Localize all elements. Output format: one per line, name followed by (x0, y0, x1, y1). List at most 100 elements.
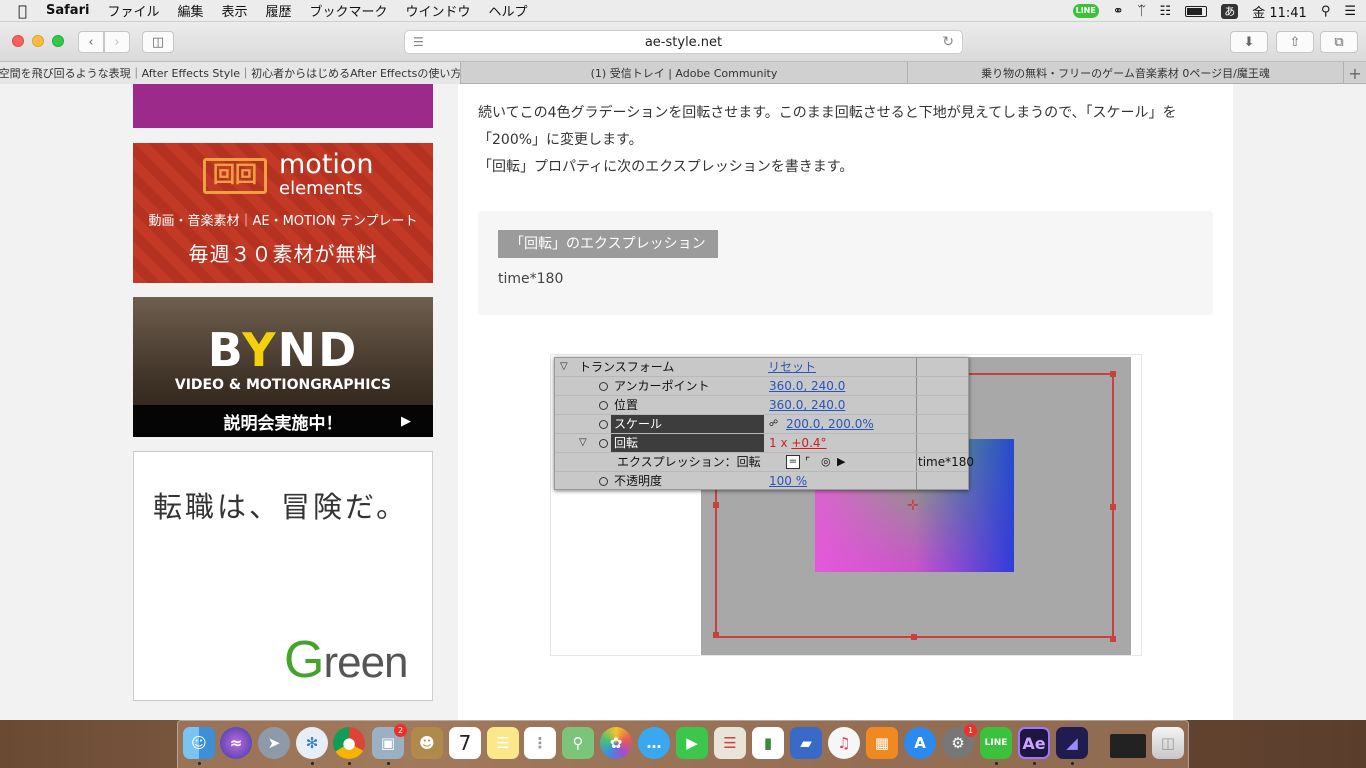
ad-motion-line1: 動画・音楽素材｜AE・MOTION テンプレート (148, 214, 418, 229)
property-row-transform: ▽ トランスフォーム リセット (555, 358, 968, 377)
share-button[interactable]: ⇧ (1276, 31, 1314, 53)
menu-edit[interactable]: 編集 (168, 1, 212, 20)
ad-banner-top-partial[interactable] (133, 84, 433, 128)
menu-app-name[interactable]: Safari (37, 3, 98, 18)
property-row-anchor: アンカーポイント 360.0, 240.0 (555, 377, 968, 396)
contacts-icon[interactable]: ☻ (411, 727, 443, 759)
battery-icon[interactable] (1185, 5, 1208, 17)
show-tabs-button[interactable]: ⧉ (1320, 31, 1358, 53)
window-thumbnail-icon[interactable] (1110, 734, 1146, 758)
reload-icon[interactable]: ↻ (942, 34, 954, 50)
menu-window[interactable]: ウインドウ (397, 1, 480, 20)
tabs-overview-icon: ⧉ (1334, 34, 1344, 50)
menu-help[interactable]: ヘルプ (480, 1, 537, 20)
chrome-icon[interactable]: ● (333, 727, 365, 759)
music-icon[interactable]: ♫ (828, 727, 860, 759)
new-tab-button[interactable]: + (1344, 62, 1366, 84)
creative-cloud-icon[interactable]: ⚭ (1113, 4, 1124, 19)
facetime-icon[interactable]: ▶ (676, 727, 708, 759)
chevron-left-icon: ‹ (88, 34, 94, 50)
wifi-icon[interactable]: ☷ (1160, 4, 1172, 19)
reminders-icon[interactable]: ⋮ (524, 727, 556, 759)
article-text-2: 「回転」プロパティに次のエクスプレッションを書きます。 (478, 159, 854, 175)
input-method-indicator[interactable]: あ (1221, 3, 1239, 19)
rotation-revolutions: 1 x (769, 436, 792, 450)
property-value: 360.0, 240.0 (769, 379, 846, 393)
sidebar-toggle-button[interactable]: ◫ (142, 31, 174, 53)
apple-menu-icon[interactable]:  (0, 2, 37, 20)
news-icon[interactable]: ☰ (714, 727, 746, 759)
bluetooth-icon[interactable]: ᛠ (1138, 4, 1146, 19)
property-row-scale: スケール ☍ 200.0, 200.0% (555, 415, 968, 434)
article-text-1: 続いてこの4色グラデーションを回転させます。このまま回転させると下地が見えてしま… (478, 105, 1177, 148)
zoom-window-button[interactable] (52, 35, 64, 47)
property-row-rotation: ▽ 回転 1 x +0.4° (555, 434, 968, 453)
running-indicator (198, 762, 201, 765)
menu-bookmarks[interactable]: ブックマーク (301, 1, 397, 20)
ad-bynd[interactable]: BYND VIDEO & MOTIONGRAPHICS 説明会実施中！ ▶ (133, 297, 433, 437)
numbers-icon[interactable]: ▮ (752, 727, 784, 759)
ad-motion-line2: 毎週３０素材が無料 (188, 242, 378, 266)
reset-link[interactable]: リセット (768, 358, 816, 376)
forward-button[interactable]: › (104, 31, 130, 53)
disclosure-triangle-icon: ▽ (579, 437, 587, 448)
menu-view[interactable]: 表示 (212, 1, 256, 20)
stopwatch-icon (599, 377, 608, 395)
close-window-button[interactable] (12, 35, 24, 47)
messages-icon[interactable]: … (638, 727, 670, 759)
notification-center-icon[interactable]: ☰ (1344, 4, 1356, 19)
ad-motion-brand-1: motion (279, 149, 374, 180)
tab-adobe-community[interactable]: (1) 受信トレイ | Adobe Community (461, 62, 908, 84)
expression-enable-icon[interactable]: = (786, 455, 800, 469)
keynote-icon[interactable]: ▰ (790, 727, 822, 759)
chevron-right-icon: › (114, 34, 120, 50)
back-button[interactable]: ‹ (78, 31, 104, 53)
url-text: ae-style.net (644, 34, 723, 50)
running-indicator (311, 762, 314, 765)
transform-handle (1110, 636, 1116, 642)
tab-maoudamashii[interactable]: 乗り物の無料・フリーのゲーム音楽素材 0ページ目/魔王魂 (908, 62, 1344, 84)
siri-icon[interactable]: ≈ (220, 727, 252, 759)
play-arrow-icon: ▶ (401, 413, 411, 429)
running-indicator (1033, 762, 1036, 765)
spotlight-search-icon[interactable]: ⚲ (1321, 4, 1331, 19)
menu-history[interactable]: 履歴 (257, 1, 301, 20)
transform-handle (911, 634, 917, 640)
constrain-proportions-icon: ☍ (769, 419, 779, 429)
books-icon[interactable]: ▦ (866, 727, 898, 759)
green-logo: Green (284, 630, 409, 690)
calendar-icon[interactable]: 7 (449, 727, 481, 759)
safari-icon[interactable]: ✻ (296, 727, 328, 759)
graph-icon[interactable]: ⌜ (805, 453, 810, 471)
pickwhip-icon[interactable]: ◎ (821, 453, 831, 471)
photos-icon[interactable]: ✿ (600, 727, 632, 759)
line-app-icon[interactable]: LINE (980, 727, 1012, 759)
maps-icon[interactable]: ⚲ (562, 727, 594, 759)
app-store-icon[interactable]: A (904, 727, 936, 759)
transform-handle (713, 632, 719, 638)
after-effects-icon[interactable]: Ae (1018, 727, 1050, 759)
menubar-clock[interactable]: 金 11:41 (1252, 2, 1307, 21)
menu-file[interactable]: ファイル (98, 1, 168, 20)
stopwatch-icon (599, 434, 608, 452)
trash-icon[interactable]: ◫ (1152, 727, 1184, 759)
expression-menu-icon[interactable]: ▶ (837, 453, 845, 471)
motion-elements-logo-icon: 回回 (203, 158, 267, 194)
finder-icon[interactable]: ☺ (183, 727, 215, 759)
notes-icon[interactable]: ☰ (487, 727, 519, 759)
ad-motion-elements[interactable]: 回回 motion elements 動画・音楽素材｜AE・MOTION テンプ… (133, 143, 433, 283)
code-block-text: time*180 (498, 271, 564, 287)
address-bar[interactable]: ☰ ae-style.net ↻ (404, 30, 963, 54)
preview-badge: 2 (394, 724, 407, 737)
stopwatch-icon (599, 415, 608, 433)
tab-after-effects-style[interactable]: 空間を飛び回るような表現｜After Effects Style｜初心者からはじ… (0, 62, 461, 84)
property-row-opacity: 不透明度 100 % (555, 472, 968, 491)
media-encoder-icon[interactable]: ◢ (1056, 727, 1088, 759)
reader-view-icon[interactable]: ☰ (413, 35, 424, 49)
line-status-icon[interactable]: LINE (1072, 4, 1099, 18)
minimize-window-button[interactable] (32, 35, 44, 47)
ad-green[interactable]: 転職は、冒険だ。 Green (133, 451, 433, 701)
launchpad-icon[interactable]: ➤ (258, 727, 290, 759)
downloads-button[interactable]: ⬇ (1230, 31, 1268, 53)
ad-bynd-logo: BYND (133, 323, 433, 377)
